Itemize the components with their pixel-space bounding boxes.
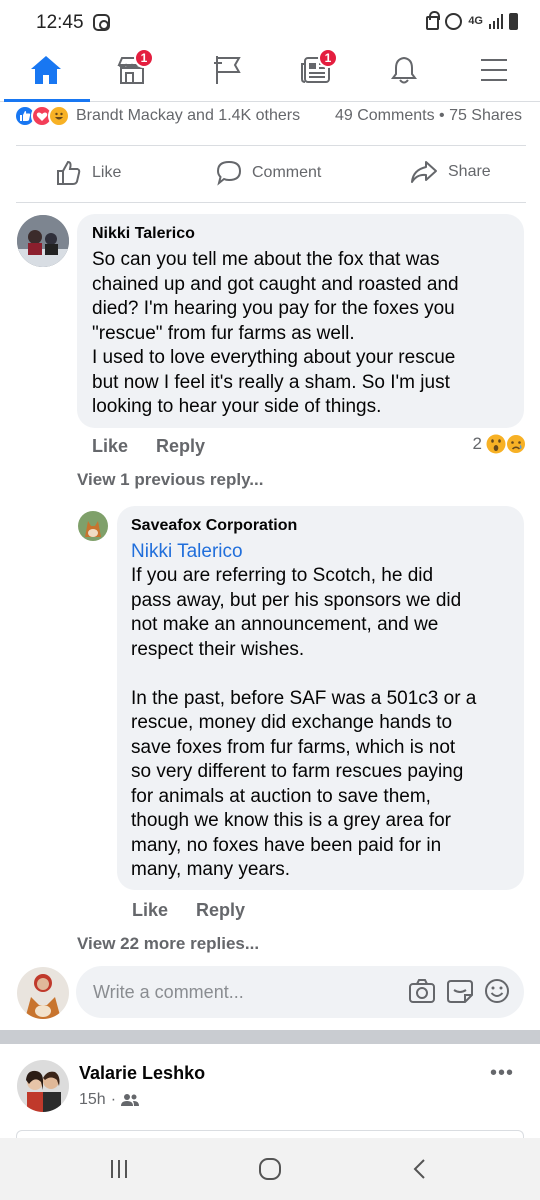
emoji-icon[interactable] <box>484 978 510 1004</box>
alarm-icon <box>445 12 463 30</box>
menu-icon <box>481 59 507 81</box>
nav-pages[interactable] <box>208 50 248 90</box>
battery-icon <box>509 12 518 30</box>
next-post-time[interactable]: 15h <box>79 1091 106 1109</box>
post-separator <box>0 1030 540 1044</box>
nav-marketplace[interactable]: 1 <box>112 48 154 90</box>
comment-actions: Like Reply <box>92 436 205 457</box>
nav-menu[interactable] <box>474 50 514 90</box>
view-previous-replies-link[interactable]: View 1 previous reply... <box>77 470 263 490</box>
share-button-label: Share <box>448 163 491 180</box>
pages-flag-icon <box>214 56 241 84</box>
avatar-valarie-leshko[interactable] <box>17 1060 69 1112</box>
news-badge: 1 <box>318 48 338 68</box>
more-options-button[interactable]: ••• <box>490 1062 514 1085</box>
reactions-summary-text: Brandt Mackay and 1.4K others <box>76 107 301 124</box>
like-button[interactable]: Like <box>56 160 121 186</box>
comment-author[interactable]: Nikki Talerico <box>92 225 195 243</box>
view-more-replies-link[interactable]: View 22 more replies... <box>77 934 259 954</box>
comment-button[interactable]: Comment <box>216 160 321 186</box>
composer-icons <box>408 978 510 1004</box>
comment-reaction-count: 2 <box>472 434 482 453</box>
comment-text: So can you tell me about the fox that wa… <box>92 249 459 417</box>
comment-bubble[interactable]: Nikki Talerico So can you tell me about … <box>77 214 524 428</box>
divider <box>16 202 526 203</box>
avatar-current-user[interactable] <box>17 967 69 1019</box>
friends-audience-icon <box>121 1094 140 1106</box>
lock-icon <box>426 11 441 30</box>
reply-author[interactable]: Saveafox Corporation <box>131 517 297 535</box>
comments-shares-count[interactable]: 49 Comments • 75 Shares <box>335 107 522 125</box>
next-post-meta: 15h · <box>79 1091 140 1109</box>
comment-reactions[interactable]: 2 <box>473 434 526 454</box>
active-tab-indicator <box>4 99 90 102</box>
shares-count[interactable]: 75 Shares <box>449 107 522 124</box>
comments-count[interactable]: 49 Comments <box>335 107 435 124</box>
next-post-author[interactable]: Valarie Leshko <box>79 1063 205 1084</box>
home-button-icon[interactable] <box>258 1158 282 1180</box>
reply-mention-link[interactable]: Nikki Talerico <box>131 540 243 565</box>
sad-reaction-icon <box>506 434 526 454</box>
signal-icon <box>489 13 503 29</box>
reply-bubble[interactable]: Saveafox Corporation Nikki Talerico If y… <box>117 506 524 890</box>
haha-reaction-icon <box>48 105 70 127</box>
comment-composer[interactable]: Write a comment... <box>76 966 524 1018</box>
bell-icon <box>391 56 417 84</box>
comment-like-button[interactable]: Like <box>92 436 128 457</box>
top-nav: 1 1 <box>0 46 540 102</box>
comment-input-placeholder[interactable]: Write a comment... <box>93 982 244 1003</box>
marketplace-badge: 1 <box>134 48 154 68</box>
post-action-bar: Like Comment Share <box>0 146 540 202</box>
share-button[interactable]: Share <box>410 160 491 184</box>
network-type: 4G <box>468 14 483 27</box>
reaction-emojis <box>14 105 70 127</box>
reply-actions: Like Reply <box>132 900 245 921</box>
avatar-saveafox[interactable] <box>78 511 108 541</box>
comment-button-label: Comment <box>252 164 322 181</box>
nav-home[interactable] <box>26 50 66 90</box>
thumbs-up-icon <box>57 160 81 185</box>
recent-apps-icon[interactable] <box>108 1158 130 1180</box>
status-bar: 12:45 4G <box>0 0 540 46</box>
comment-reply-button[interactable]: Reply <box>156 436 205 457</box>
nav-news[interactable]: 1 <box>296 48 338 90</box>
wow-reaction-icon <box>486 434 506 454</box>
reactions-summary[interactable]: Brandt Mackay and 1.4K others 49 Comment… <box>14 104 534 128</box>
status-icons: 4G <box>426 11 518 30</box>
nav-notifications[interactable] <box>384 50 424 90</box>
instagram-notification-icon <box>93 14 110 31</box>
avatar-nikki-talerico[interactable] <box>17 215 69 267</box>
reply-like-button[interactable]: Like <box>132 900 168 921</box>
home-icon <box>31 56 61 84</box>
gif-sticker-icon[interactable] <box>446 978 474 1004</box>
back-button-icon[interactable] <box>412 1158 428 1180</box>
comment-bubble-icon <box>216 160 242 186</box>
like-button-label: Like <box>92 164 122 181</box>
camera-icon[interactable] <box>408 978 436 1004</box>
reply-text: If you are referring to Scotch, he did p… <box>131 565 477 880</box>
system-nav-bar <box>0 1138 540 1200</box>
reply-reply-button[interactable]: Reply <box>196 900 245 921</box>
status-time: 12:45 <box>36 12 84 33</box>
share-arrow-icon <box>411 161 437 183</box>
